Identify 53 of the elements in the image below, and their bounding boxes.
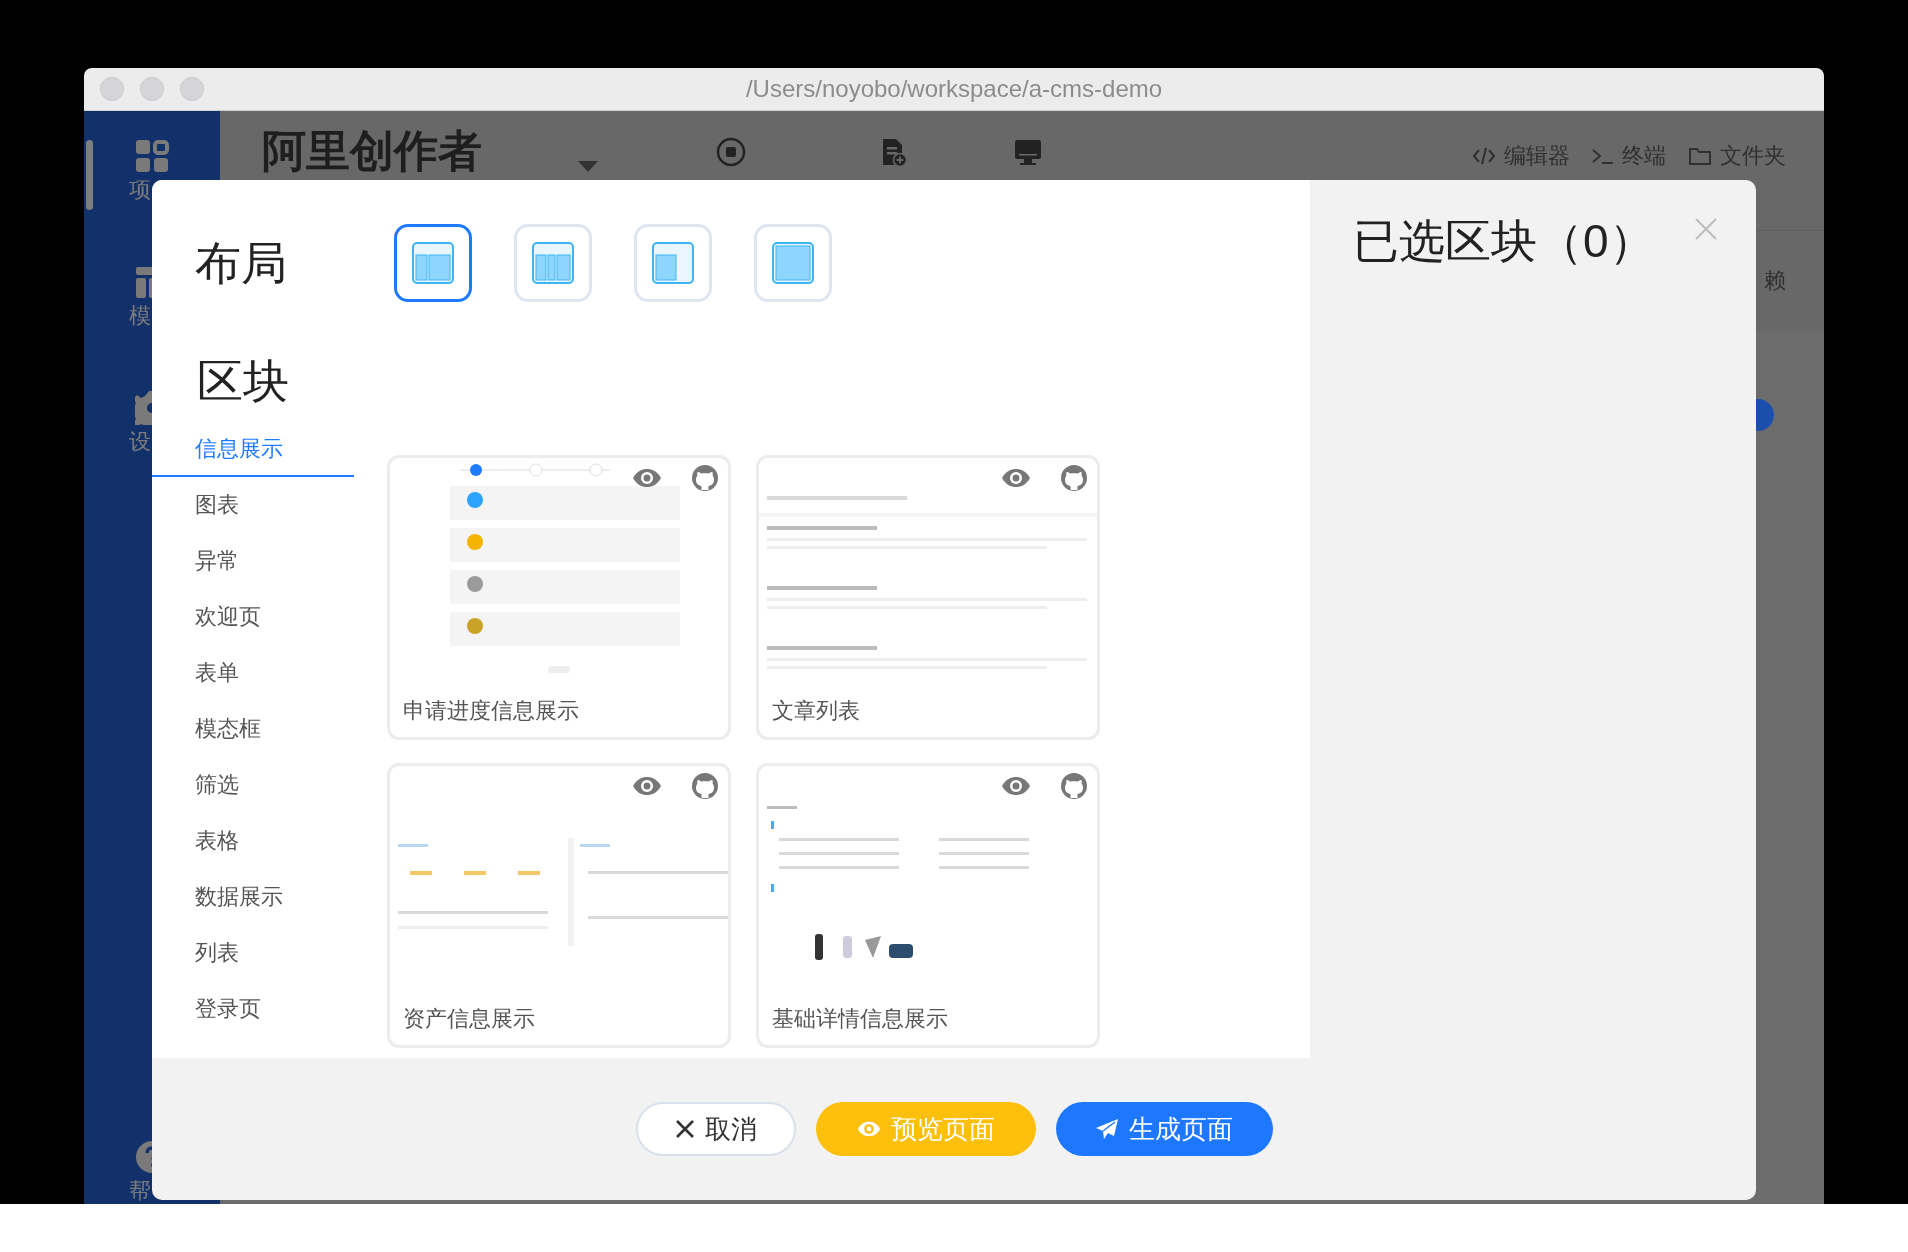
category-tab[interactable]: 筛选: [152, 757, 354, 813]
block-card[interactable]: 基础详情信息展示: [756, 763, 1100, 1048]
partial-label: 赖: [1764, 267, 1786, 295]
window-title: /Users/noyobo/workspace/a-cms-demo: [745, 75, 1163, 103]
selected-heading: 已选区块（0）: [1353, 214, 1656, 269]
cat-icon[interactable]: [1060, 772, 1088, 800]
category-tab[interactable]: 模态框: [152, 701, 354, 757]
close-icon[interactable]: [1694, 217, 1718, 241]
three-column-layout-icon: [530, 240, 576, 286]
cancel-button[interactable]: 取消: [635, 1102, 796, 1156]
two-column-layout-icon: [410, 240, 456, 286]
project-title: 阿里创作者: [262, 125, 483, 177]
block-card[interactable]: 申请进度信息展示: [387, 455, 731, 740]
blocks-heading: 区块: [196, 354, 290, 409]
block-card[interactable]: 文章列表: [756, 455, 1100, 740]
gear-icon: [135, 391, 152, 425]
generate-button[interactable]: 生成页面: [1055, 1102, 1273, 1156]
eye-icon[interactable]: [632, 468, 662, 488]
eye-icon[interactable]: [1001, 468, 1031, 488]
stop-icon[interactable]: [716, 137, 746, 167]
category-tab[interactable]: 表单: [152, 645, 354, 701]
caret-icon[interactable]: [578, 161, 598, 172]
block-title: 文章列表: [771, 697, 861, 725]
cat-icon[interactable]: [691, 772, 719, 800]
grid-icon: [135, 139, 169, 173]
layout-heading: 布局: [194, 236, 288, 291]
eye-icon: [856, 1121, 881, 1137]
category-tab[interactable]: 欢迎页: [152, 589, 354, 645]
folder-icon: [1688, 146, 1712, 166]
category-tab[interactable]: 列表: [152, 925, 354, 981]
block-title: 申请进度信息展示: [402, 697, 580, 725]
eye-icon[interactable]: [1001, 776, 1031, 796]
code-icon: [1472, 146, 1496, 166]
category-tab[interactable]: 登录页: [152, 981, 354, 1037]
block-title: 资产信息展示: [402, 1005, 536, 1033]
monitor-icon[interactable]: [1013, 137, 1043, 167]
close-icon: [674, 1119, 695, 1139]
full-layout-icon: [770, 240, 816, 286]
block-title: 基础详情信息展示: [771, 1005, 949, 1033]
send-icon: [1095, 1118, 1119, 1140]
wide-left-layout-icon: [650, 240, 696, 286]
terminal-icon: [1592, 148, 1614, 164]
category-tab[interactable]: 数据展示: [152, 869, 354, 925]
category-tab[interactable]: 图表: [152, 477, 354, 533]
active-indicator: [86, 140, 93, 210]
eye-icon[interactable]: [632, 776, 662, 796]
block-card[interactable]: 资产信息展示: [387, 763, 731, 1048]
category-tab[interactable]: 表格: [152, 813, 354, 869]
cat-icon[interactable]: [691, 464, 719, 492]
category-tab[interactable]: 异常: [152, 533, 354, 589]
cat-icon[interactable]: [1060, 464, 1088, 492]
category-tab[interactable]: 信息展示: [152, 421, 354, 477]
layout-option[interactable]: [394, 224, 472, 302]
